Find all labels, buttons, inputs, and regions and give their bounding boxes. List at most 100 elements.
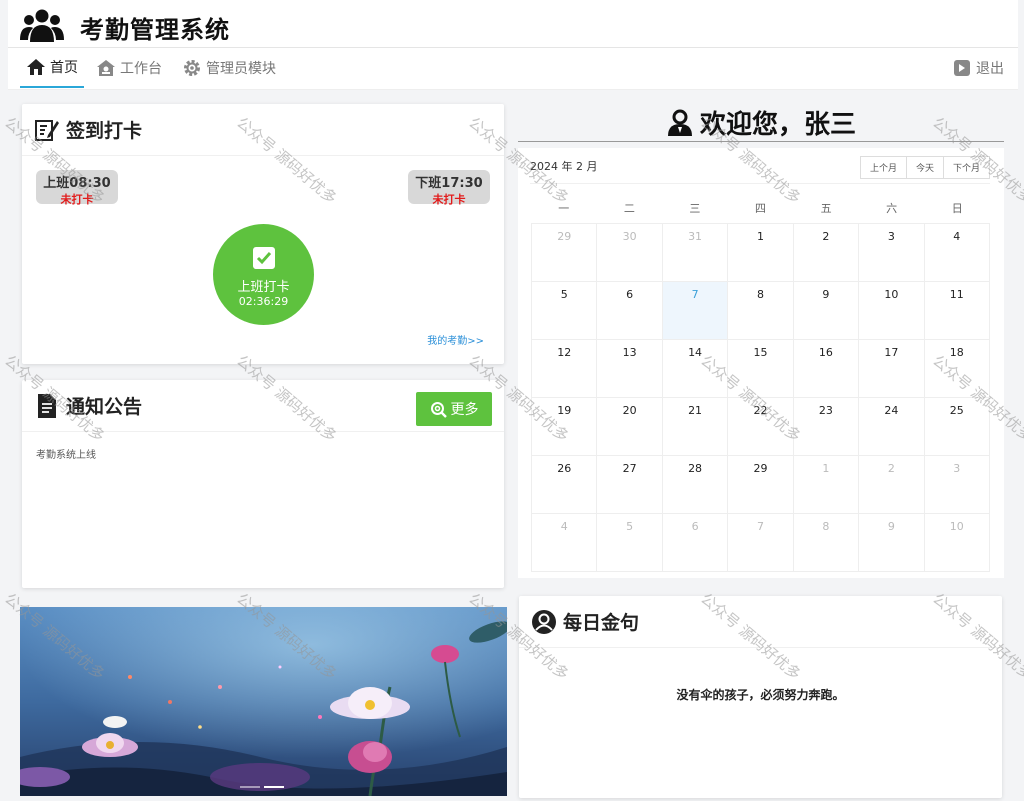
calendar-weekday-row: 一二三四五六日 bbox=[531, 200, 990, 216]
notice-list-item[interactable]: 考勤系统上线 bbox=[36, 446, 96, 461]
calendar-day[interactable]: 18 bbox=[924, 340, 990, 398]
calendar-day[interactable]: 13 bbox=[597, 340, 663, 398]
calendar-day[interactable]: 4 bbox=[532, 514, 598, 572]
calendar-day[interactable]: 30 bbox=[597, 224, 663, 282]
nav-tab-admin-label: 管理员模块 bbox=[206, 61, 276, 77]
calendar-day[interactable]: 26 bbox=[532, 456, 598, 514]
calendar-weekday: 四 bbox=[754, 202, 766, 215]
calendar-day[interactable]: 29 bbox=[532, 224, 598, 282]
daily-quote-card: 每日金句 没有伞的孩子，必须努力奔跑。 bbox=[519, 596, 1002, 798]
search-icon bbox=[430, 401, 447, 418]
logout-button[interactable]: 退出 bbox=[952, 48, 1004, 88]
calendar-day[interactable]: 9 bbox=[859, 514, 925, 572]
calendar-day[interactable]: 27 bbox=[597, 456, 663, 514]
calendar-day[interactable]: 21 bbox=[662, 398, 729, 456]
calendar-day[interactable]: 1 bbox=[728, 224, 794, 282]
calendar-day[interactable]: 2 bbox=[859, 456, 925, 514]
calendar-day[interactable]: 22 bbox=[728, 398, 794, 456]
app-title: 考勤管理系统 bbox=[80, 16, 230, 44]
punch-in-clock: 02:36:29 bbox=[238, 295, 289, 308]
notice-card: 通知公告 更多 考勤系统上线 bbox=[22, 380, 504, 588]
calendar-divider bbox=[530, 183, 990, 184]
carousel-dot-active[interactable] bbox=[264, 786, 284, 788]
calendar-next-month-button[interactable]: 下个月 bbox=[943, 156, 990, 179]
daily-quote-text: 没有伞的孩子，必须努力奔跑。 bbox=[676, 688, 845, 702]
nav-tab-home-label: 首页 bbox=[50, 60, 78, 76]
calendar-day[interactable]: 6 bbox=[597, 282, 663, 340]
calendar-day[interactable]: 23 bbox=[793, 398, 860, 456]
calendar-day[interactable]: 9 bbox=[793, 282, 860, 340]
calendar-day[interactable]: 5 bbox=[532, 282, 598, 340]
gear-icon bbox=[184, 60, 200, 76]
calendar-weekday: 六 bbox=[886, 202, 898, 215]
app-header: 考勤管理系统 bbox=[8, 0, 1018, 48]
user-icon bbox=[667, 109, 692, 136]
calendar-day[interactable]: 6 bbox=[662, 514, 729, 572]
calendar-day-grid: 29 30 31 1 2 3 4 5 6 7 8 9 10 11 12 13 14 15 16 17 18 19 20 21 2… bbox=[531, 223, 990, 572]
calendar-day[interactable]: 7 bbox=[728, 514, 794, 572]
carousel-dots bbox=[240, 786, 284, 788]
edit-note-icon bbox=[35, 119, 59, 141]
top-nav: 首页 工作台 管理员模块 退出 bbox=[8, 48, 1018, 90]
calendar-controls: 上个月 今天 下个月 bbox=[859, 156, 990, 179]
calendar-prev-month-button[interactable]: 上个月 bbox=[859, 156, 907, 179]
calendar-day[interactable]: 4 bbox=[924, 224, 990, 282]
checkin-card-header: 签到打卡 bbox=[22, 104, 504, 156]
calendar-weekday: 日 bbox=[951, 202, 963, 215]
calendar-day[interactable]: 15 bbox=[728, 340, 794, 398]
carousel-dot[interactable] bbox=[240, 786, 260, 788]
document-icon bbox=[38, 393, 56, 418]
flower-illustration bbox=[20, 607, 507, 796]
nav-tab-workbench[interactable]: 工作台 bbox=[96, 48, 162, 88]
group-users-icon bbox=[20, 9, 64, 42]
daily-quote-header: 每日金句 bbox=[519, 596, 1002, 648]
calendar-day[interactable]: 10 bbox=[924, 514, 990, 572]
calendar-day[interactable]: 28 bbox=[662, 456, 729, 514]
calendar-month-label: 2024 年 2 月 bbox=[530, 160, 598, 173]
logout-label: 退出 bbox=[976, 61, 1004, 77]
calendar-day[interactable]: 8 bbox=[793, 514, 860, 572]
calendar-day[interactable]: 16 bbox=[793, 340, 860, 398]
on-shift-status: 未打卡 bbox=[60, 193, 94, 206]
calendar-day[interactable]: 1 bbox=[793, 456, 860, 514]
calendar-day[interactable]: 11 bbox=[924, 282, 990, 340]
calendar-weekday: 二 bbox=[623, 202, 635, 215]
calendar-day[interactable]: 12 bbox=[532, 340, 598, 398]
calendar-weekday: 一 bbox=[558, 202, 570, 215]
logout-icon bbox=[954, 60, 970, 76]
on-shift-time: 上班08:30 bbox=[43, 176, 111, 191]
punch-in-button[interactable]: 上班打卡 02:36:29 bbox=[213, 224, 314, 325]
calendar-day[interactable]: 5 bbox=[597, 514, 663, 572]
calendar-day[interactable]: 10 bbox=[859, 282, 925, 340]
notice-more-button[interactable]: 更多 bbox=[416, 392, 492, 426]
person-circle-icon bbox=[532, 609, 556, 634]
on-shift-badge: 上班08:30 未打卡 bbox=[36, 170, 118, 206]
calendar-day[interactable]: 19 bbox=[532, 398, 598, 456]
calendar-day[interactable]: 20 bbox=[597, 398, 663, 456]
calendar-day[interactable]: 29 bbox=[728, 456, 794, 514]
off-shift-time: 下班17:30 bbox=[415, 176, 483, 191]
calendar-day[interactable]: 3 bbox=[859, 224, 925, 282]
checkin-title: 签到打卡 bbox=[66, 120, 143, 142]
nav-tab-admin[interactable]: 管理员模块 bbox=[182, 48, 276, 88]
calendar-day[interactable]: 3 bbox=[924, 456, 990, 514]
daily-quote-title: 每日金句 bbox=[563, 612, 640, 634]
punch-in-label: 上班打卡 bbox=[237, 280, 290, 295]
calendar-day[interactable]: 24 bbox=[859, 398, 925, 456]
my-attendance-link[interactable]: 我的考勤>> bbox=[427, 332, 484, 347]
calendar-day-today[interactable]: 7 bbox=[662, 282, 729, 340]
welcome-banner: 欢迎您，张三 bbox=[518, 104, 1004, 142]
off-shift-status: 未打卡 bbox=[432, 193, 466, 206]
calendar-day[interactable]: 25 bbox=[924, 398, 990, 456]
calendar-day[interactable]: 14 bbox=[662, 340, 729, 398]
nav-tab-home[interactable]: 首页 bbox=[20, 48, 84, 88]
calendar-day[interactable]: 2 bbox=[793, 224, 860, 282]
calendar-day[interactable]: 31 bbox=[662, 224, 729, 282]
welcome-text: 欢迎您，张三 bbox=[699, 110, 856, 140]
banner-carousel[interactable] bbox=[20, 607, 507, 796]
calendar-day[interactable]: 17 bbox=[859, 340, 925, 398]
calendar-day[interactable]: 8 bbox=[728, 282, 794, 340]
check-square-icon bbox=[252, 247, 275, 269]
calendar-today-button[interactable]: 今天 bbox=[906, 156, 944, 179]
calendar-weekday: 五 bbox=[820, 202, 832, 215]
